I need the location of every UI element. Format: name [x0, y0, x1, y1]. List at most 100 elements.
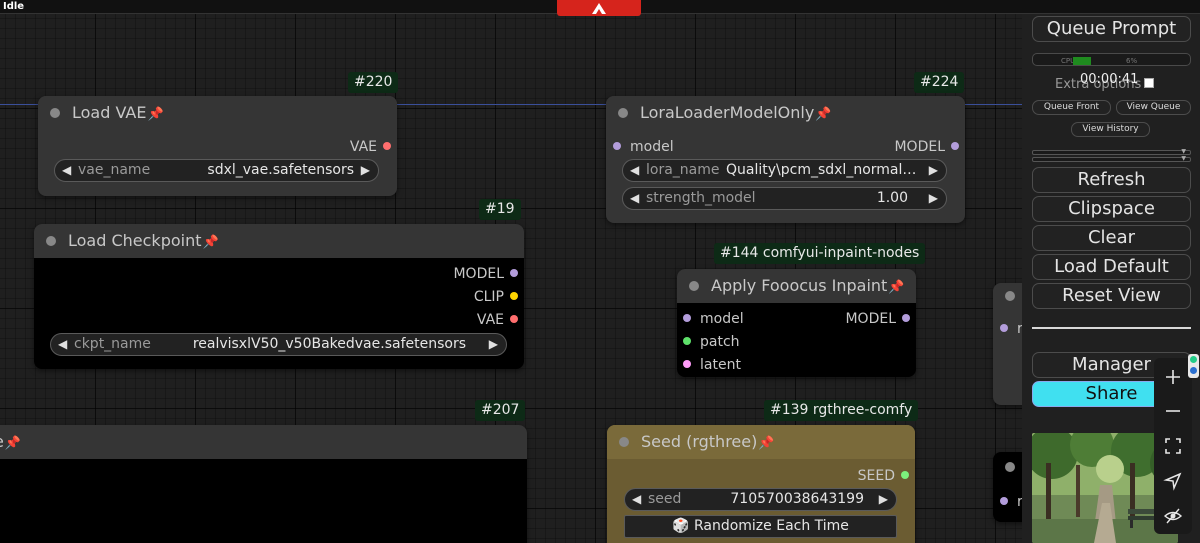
vae-name-combo[interactable]: ◀ vae_name sdxl_vae.safetensors ▶	[54, 159, 379, 182]
port-dot-icon[interactable]	[683, 337, 691, 345]
queue-front-button[interactable]: Queue Front	[1032, 100, 1111, 115]
input-latent[interactable]: latent	[683, 357, 741, 373]
node-load-checkpoint[interactable]: Load Checkpoint📌 MODEL CLIP VAE ◀ ckpt_n…	[34, 224, 524, 369]
output-clip[interactable]: CLIP	[474, 289, 518, 305]
output-vae[interactable]: VAE	[477, 312, 518, 328]
node-header[interactable]: Load VAE📌	[38, 96, 397, 130]
port-dot-icon[interactable]	[613, 142, 621, 150]
port-dot-icon[interactable]	[951, 142, 959, 150]
arrow-left-icon[interactable]: ◀	[632, 489, 641, 510]
node-load-vae[interactable]: Load VAE📌 VAE ◀ vae_name sdxl_vae.safete…	[38, 96, 397, 196]
collapse-dot-icon[interactable]	[1005, 291, 1015, 301]
indicator-icon	[1190, 367, 1197, 374]
arrow-left-icon[interactable]: ◀	[630, 188, 639, 209]
collapse-dot-icon[interactable]	[50, 108, 60, 118]
checkbox-icon[interactable]	[1144, 78, 1155, 88]
port-dot-icon[interactable]	[510, 315, 518, 323]
port-dot-icon[interactable]	[683, 360, 691, 368]
port-dot-icon[interactable]	[902, 314, 910, 322]
node-title: Seed (rgthree)📌	[641, 432, 775, 451]
arrow-right-icon[interactable]: ▶	[489, 334, 498, 355]
seed-number[interactable]: ◀ seed 710570038643199 ▶	[624, 488, 897, 511]
output-model[interactable]: MODEL	[453, 266, 518, 282]
node-header[interactable]: LoraLoaderModelOnly📌	[606, 96, 965, 130]
cpu-bar	[1073, 57, 1091, 65]
arrow-right-icon[interactable]: ▶	[879, 489, 888, 510]
port-dot-icon[interactable]	[383, 142, 391, 150]
node-header[interactable]: e📌	[0, 425, 527, 459]
node-header[interactable]: Seed (rgthree)📌	[607, 425, 915, 459]
divider	[1032, 327, 1191, 329]
node-title: Load Checkpoint📌	[68, 231, 219, 250]
output-vae[interactable]: VAE	[350, 139, 391, 155]
arrow-right-icon[interactable]: ▶	[361, 160, 370, 181]
node-title: LoraLoaderModelOnly📌	[640, 103, 832, 122]
clipspace-button[interactable]: Clipspace	[1032, 196, 1191, 222]
minus-icon[interactable]	[1163, 401, 1183, 421]
reset-view-button[interactable]: Reset View	[1032, 283, 1191, 309]
node-partial-207[interactable]: e📌	[0, 425, 527, 543]
node-header[interactable]: Load Checkpoint📌	[34, 224, 524, 258]
port-dot-icon[interactable]	[1000, 324, 1008, 332]
collapse-dot-icon[interactable]	[689, 281, 699, 291]
input-patch[interactable]: patch	[683, 334, 740, 350]
hide-icon[interactable]	[1163, 506, 1183, 526]
arrow-left-icon[interactable]: ◀	[58, 334, 67, 355]
queue-prompt-button[interactable]: Queue Prompt	[1032, 16, 1191, 42]
input-port[interactable]: r	[1000, 321, 1023, 337]
output-seed[interactable]: SEED	[858, 468, 909, 484]
port-dot-icon[interactable]	[1000, 497, 1008, 505]
port-dot-icon[interactable]	[510, 269, 518, 277]
input-model[interactable]: model	[683, 311, 744, 327]
pin-icon: 📌	[815, 107, 832, 122]
dice-icon: 🎲	[672, 518, 690, 534]
ckpt-name-combo[interactable]: ◀ ckpt_name realvisxlV50_v50Bakedvae.saf…	[50, 333, 507, 356]
output-model[interactable]: MODEL	[894, 139, 959, 155]
collapse-dot-icon[interactable]	[618, 108, 628, 118]
pin-icon: 📌	[202, 235, 219, 250]
node-title: e📌	[0, 425, 21, 461]
view-history-button[interactable]: View History	[1071, 122, 1150, 137]
node-title: Load VAE📌	[72, 103, 164, 122]
collapse-dot-icon[interactable]	[619, 437, 629, 447]
port-dot-icon[interactable]	[510, 292, 518, 300]
refresh-button[interactable]: Refresh	[1032, 167, 1191, 193]
plus-icon[interactable]	[1163, 367, 1183, 387]
clear-button[interactable]: Clear	[1032, 225, 1191, 251]
queue-list[interactable]: ▼	[1032, 149, 1191, 155]
output-model[interactable]: MODEL	[845, 311, 910, 327]
node-seed-rgthree[interactable]: Seed (rgthree)📌 SEED ◀ seed 710570038643…	[607, 425, 915, 543]
status-text: Idle	[3, 1, 25, 12]
collapse-dot-icon[interactable]	[1005, 462, 1015, 472]
node-badge: #19	[479, 199, 521, 220]
cpu-monitor: CPU 6%	[1032, 53, 1191, 66]
port-dot-icon[interactable]	[901, 471, 909, 479]
arrow-right-icon[interactable]: ▶	[929, 160, 938, 181]
arrow-left-icon[interactable]: ◀	[62, 160, 71, 181]
input-model[interactable]: model	[613, 139, 674, 155]
load-default-button[interactable]: Load Default	[1032, 254, 1191, 280]
input-port[interactable]: r	[1000, 494, 1023, 510]
arrow-right-icon[interactable]: ▶	[929, 188, 938, 209]
randomize-button[interactable]: 🎲 Randomize Each Time	[624, 515, 897, 538]
node-header[interactable]: Apply Fooocus Inpaint📌	[677, 269, 916, 303]
pin-icon: 📌	[758, 436, 775, 451]
canvas-toolbar	[1154, 358, 1192, 534]
collapse-dot-icon[interactable]	[46, 236, 56, 246]
fit-view-icon[interactable]	[1163, 436, 1183, 456]
node-lora-loader[interactable]: LoraLoaderModelOnly📌 model MODEL ◀ lora_…	[606, 96, 965, 223]
history-list[interactable]: ▼	[1032, 155, 1191, 162]
navigate-icon[interactable]	[1163, 471, 1183, 491]
view-queue-button[interactable]: View Queue	[1116, 100, 1191, 115]
port-dot-icon[interactable]	[683, 314, 691, 322]
extension-indicator[interactable]	[1188, 354, 1199, 378]
node-title: Apply Fooocus Inpaint📌	[711, 276, 905, 295]
scroll-caret-icon: ▼	[1181, 155, 1186, 162]
node-apply-fooocus-inpaint[interactable]: Apply Fooocus Inpaint📌 model patch laten…	[677, 269, 916, 377]
comfy-menu-logo[interactable]	[557, 0, 641, 16]
logo-icon	[592, 3, 606, 14]
pin-icon: 📌	[147, 107, 164, 122]
lora-name-combo[interactable]: ◀ lora_name Quality\pcm_sdxl_normalc... …	[622, 159, 947, 182]
arrow-left-icon[interactable]: ◀	[630, 160, 639, 181]
strength-model-number[interactable]: ◀ strength_model 1.00 ▶	[622, 187, 947, 210]
